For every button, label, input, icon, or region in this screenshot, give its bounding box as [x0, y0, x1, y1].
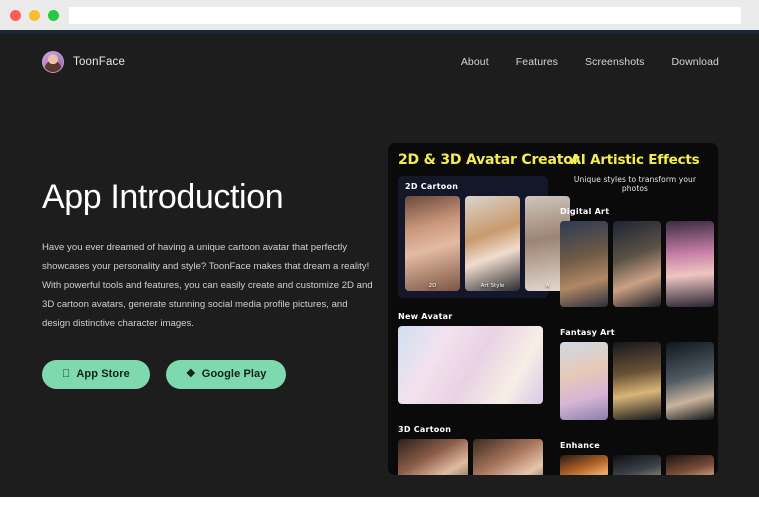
google-play-button-label: Google Play [193, 368, 267, 381]
thumbnail[interactable] [666, 455, 714, 475]
close-window-button[interactable] [10, 9, 21, 21]
nav-item-about[interactable]: About [461, 56, 489, 68]
thumbnail[interactable] [560, 455, 608, 475]
nav-item-download[interactable]: Download [672, 56, 720, 68]
section-label-fantasy-art: Fantasy Art [560, 328, 615, 337]
thumb-row [560, 342, 714, 420]
thumbnail-caption: Art Style [480, 283, 505, 289]
google-play-icon: ❖ [177, 367, 196, 380]
thumb-row [398, 439, 548, 475]
thumbnail[interactable] [398, 326, 543, 404]
promo-heading-left: 2D & 3D Avatar Creator [398, 152, 580, 168]
nav-item-features[interactable]: Features [516, 56, 558, 68]
section-label-enhance: Enhance [560, 441, 600, 450]
thumbnail[interactable] [666, 221, 714, 307]
browser-window: ToonFace About Features Screenshots Down… [0, 0, 759, 497]
store-button-group:  App Store ❖ Google Play [42, 359, 378, 389]
promo-column-avatar-creator: 2D & 3D Avatar Creator 2D Cartoon 2D Art… [388, 143, 580, 475]
thumb-row [560, 455, 714, 475]
thumbnail[interactable]: 2D [405, 196, 460, 291]
thumbnail[interactable] [398, 439, 468, 475]
section-2d-cartoon[interactable]: 2D Cartoon 2D Art Style A [398, 176, 570, 298]
thumb-row: 2D Art Style A [405, 196, 570, 291]
promo-column-ai-effects: AI Artistic Effects Unique styles to tra… [556, 143, 718, 475]
section-digital-art[interactable]: Digital Art [560, 201, 714, 314]
thumbnail[interactable] [473, 439, 543, 475]
thumbnail[interactable] [613, 342, 661, 420]
section-label-3d-cartoon: 3D Cartoon [398, 425, 452, 434]
brand-logo[interactable]: ToonFace [42, 51, 125, 73]
avatar-icon [42, 51, 64, 73]
thumbnail[interactable] [560, 342, 608, 420]
section-label-digital-art: Digital Art [560, 207, 610, 216]
section-enhance[interactable]: Enhance [560, 435, 714, 475]
thumbnail-caption: 2D [428, 283, 437, 289]
section-label-2d-cartoon: 2D Cartoon [405, 182, 459, 191]
thumbnail[interactable] [613, 221, 661, 307]
thumbnail[interactable] [613, 455, 661, 475]
main-navigation: About Features Screenshots Download [461, 56, 719, 68]
hero-description: Have you ever dreamed of having a unique… [42, 241, 373, 330]
google-play-button[interactable]: ❖ Google Play [165, 359, 287, 389]
promo-subtitle: Unique styles to transform your photos [573, 175, 697, 193]
maximize-window-button[interactable] [48, 9, 59, 21]
section-fantasy-art[interactable]: Fantasy Art [560, 322, 714, 427]
window-controls [10, 9, 59, 21]
brand-name: ToonFace [73, 56, 126, 68]
thumbnail[interactable] [560, 221, 608, 307]
page-content: ToonFace About Features Screenshots Down… [0, 34, 759, 497]
thumbnail[interactable]: Art Style [465, 196, 520, 291]
promo-heading-right: AI Artistic Effects [570, 152, 700, 168]
thumb-row [560, 221, 714, 307]
thumb-row [398, 326, 548, 404]
site-header: ToonFace About Features Screenshots Down… [0, 34, 759, 90]
section-new-avatar[interactable]: New Avatar [398, 306, 548, 411]
apple-icon:  [62, 368, 70, 380]
page-bottom-strip [0, 497, 759, 506]
section-3d-cartoon[interactable]: 3D Cartoon [398, 419, 548, 475]
page-title: App Introduction [42, 178, 284, 216]
hero-section: App Introduction Have you ever dreamed o… [42, 178, 378, 389]
address-bar-input[interactable] [69, 6, 741, 24]
app-store-button[interactable]:  App Store [42, 359, 150, 389]
browser-titlebar [0, 0, 759, 30]
app-store-button-label: App Store [68, 368, 129, 381]
minimize-window-button[interactable] [29, 9, 40, 21]
thumbnail[interactable] [666, 342, 714, 420]
section-label-new-avatar: New Avatar [398, 312, 453, 321]
nav-item-screenshots[interactable]: Screenshots [585, 56, 644, 68]
promo-panel: 2D & 3D Avatar Creator 2D Cartoon 2D Art… [388, 143, 718, 475]
